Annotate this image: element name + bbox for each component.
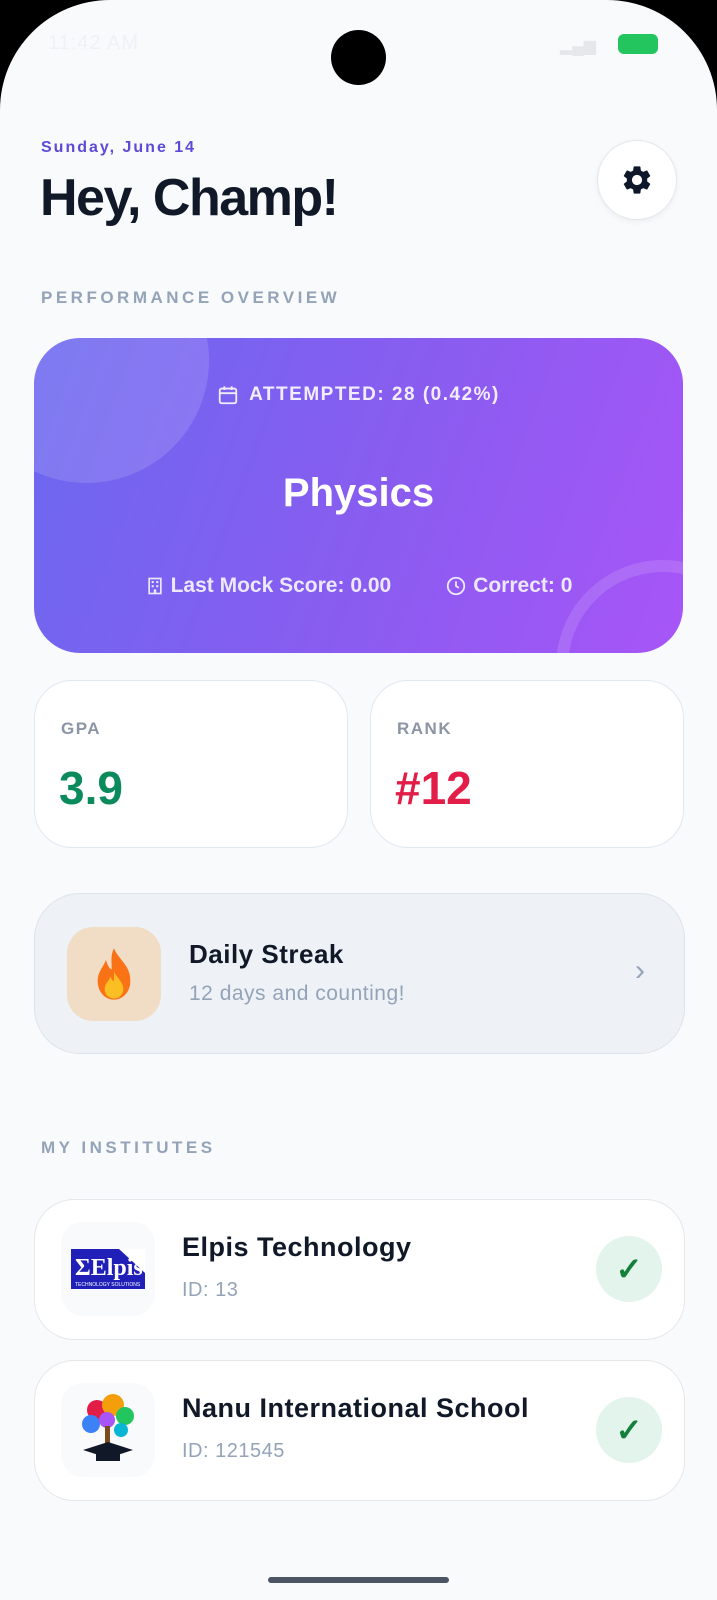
settings-button[interactable] (597, 140, 677, 220)
streak-title: Daily Streak (189, 939, 344, 969)
check-icon: ✓ (596, 1397, 662, 1463)
home-indicator[interactable] (268, 1577, 449, 1583)
svg-text:TECHNOLOGY SOLUTIONS: TECHNOLOGY SOLUTIONS (75, 1282, 141, 1288)
rank-value: #12 (395, 762, 472, 814)
fire-icon (97, 948, 131, 1000)
phone-screen: 11:42 AM ▂▄▆ Sunday, June 14 Hey, Champ!… (0, 0, 717, 1600)
rank-card[interactable]: RANK #12 (370, 680, 684, 848)
last-mock-stat: Last Mock Score: 0.00 (145, 574, 392, 598)
page-title: Hey, Champ! (40, 169, 339, 227)
section-label-performance: PERFORMANCE OVERVIEW (41, 288, 341, 307)
institute-card-elpis[interactable]: ΣElpis TECHNOLOGY SOLUTIONS Elpis Techno… (34, 1199, 685, 1340)
attempted-row: ATTEMPTED: 28 (0.42%) (34, 384, 683, 406)
streak-subtitle: 12 days and counting! (189, 982, 405, 1005)
chevron-right-icon: › (635, 954, 645, 987)
tree-graduation-logo (82, 1394, 134, 1461)
institute-name: Nanu International School (182, 1393, 530, 1423)
institute-id: ID: 13 (182, 1279, 239, 1301)
status-bar: 11:42 AM ▂▄▆ (0, 0, 717, 90)
gear-icon (623, 166, 651, 194)
nanu-logo (61, 1383, 155, 1477)
clock-icon (447, 576, 466, 596)
gpa-value: 3.9 (59, 762, 123, 814)
correct-count: Correct: 0 (473, 574, 573, 597)
attempted-text: ATTEMPTED: 28 (0.42%) (249, 384, 500, 405)
gpa-card[interactable]: GPA 3.9 (34, 680, 348, 848)
svg-text:ΣElpis: ΣElpis (75, 1255, 143, 1281)
gpa-label: GPA (61, 719, 102, 738)
front-camera (331, 30, 386, 85)
last-mock-score: Last Mock Score: 0.00 (170, 574, 392, 597)
section-label-institutes: MY INSTITUTES (41, 1138, 216, 1157)
institute-name: Elpis Technology (182, 1232, 412, 1262)
decorative-circle (34, 338, 209, 483)
rank-label: RANK (397, 719, 453, 738)
calendar-icon (218, 386, 238, 405)
check-icon: ✓ (596, 1236, 662, 1302)
streak-icon-box (67, 927, 161, 1021)
institute-card-nanu[interactable]: Nanu International School ID: 121545 ✓ (34, 1360, 685, 1501)
elpis-logo: ΣElpis TECHNOLOGY SOLUTIONS (61, 1222, 155, 1316)
elpis-logo-image: ΣElpis TECHNOLOGY SOLUTIONS (71, 1249, 145, 1289)
battery-icon (618, 34, 658, 54)
correct-stat: Correct: 0 (445, 574, 572, 598)
institute-id: ID: 121545 (182, 1440, 285, 1462)
performance-stats: Last Mock Score: 0.00 Correct: 0 (34, 574, 683, 598)
status-time: 11:42 AM (48, 32, 140, 54)
subject-name: Physics (282, 471, 435, 515)
building-icon (147, 577, 162, 595)
signal-icon: ▂▄▆ (560, 38, 596, 55)
performance-card[interactable]: ATTEMPTED: 28 (0.42%) Physics Last Mock … (34, 338, 683, 653)
daily-streak-card[interactable]: Daily Streak 12 days and counting! › (34, 893, 685, 1054)
current-date: Sunday, June 14 (41, 139, 197, 156)
